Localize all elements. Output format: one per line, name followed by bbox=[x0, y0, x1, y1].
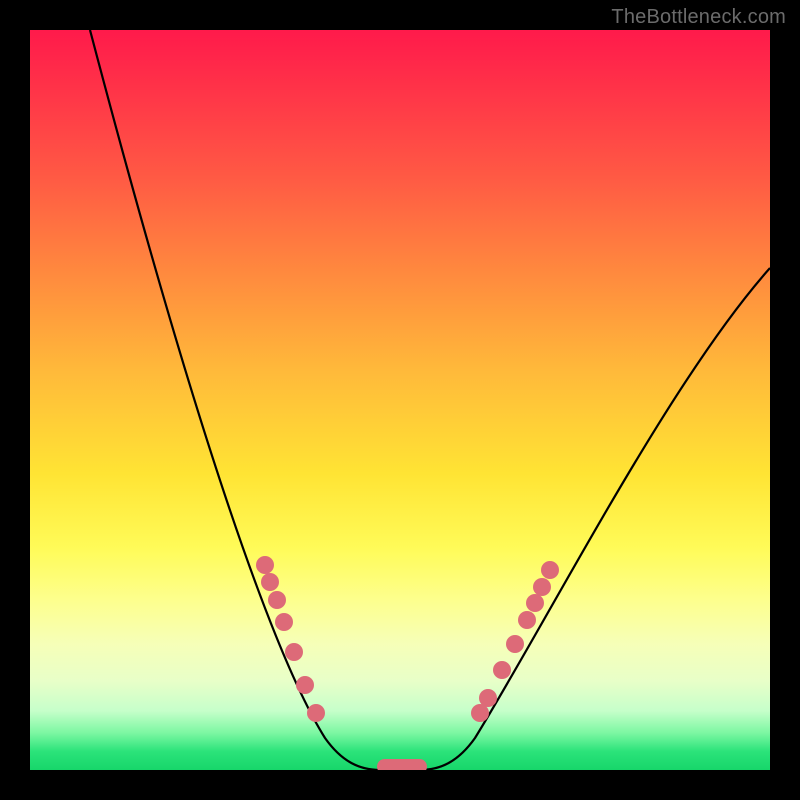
data-marker bbox=[526, 594, 544, 612]
data-marker bbox=[493, 661, 511, 679]
chart-frame: TheBottleneck.com bbox=[0, 0, 800, 800]
markers-right bbox=[471, 561, 559, 722]
watermark-text: TheBottleneck.com bbox=[611, 6, 786, 29]
bottleneck-curve bbox=[90, 30, 770, 770]
data-marker bbox=[541, 561, 559, 579]
data-marker bbox=[261, 573, 279, 591]
data-marker bbox=[533, 578, 551, 596]
data-marker bbox=[307, 704, 325, 722]
data-marker bbox=[256, 556, 274, 574]
markers-left bbox=[256, 556, 325, 722]
data-marker bbox=[479, 689, 497, 707]
chart-svg bbox=[30, 30, 770, 770]
data-marker bbox=[506, 635, 524, 653]
data-marker bbox=[275, 613, 293, 631]
bottom-pill-marker bbox=[377, 759, 427, 770]
data-marker bbox=[518, 611, 536, 629]
data-marker bbox=[285, 643, 303, 661]
data-marker bbox=[268, 591, 286, 609]
data-marker bbox=[296, 676, 314, 694]
chart-plot-area bbox=[30, 30, 770, 770]
